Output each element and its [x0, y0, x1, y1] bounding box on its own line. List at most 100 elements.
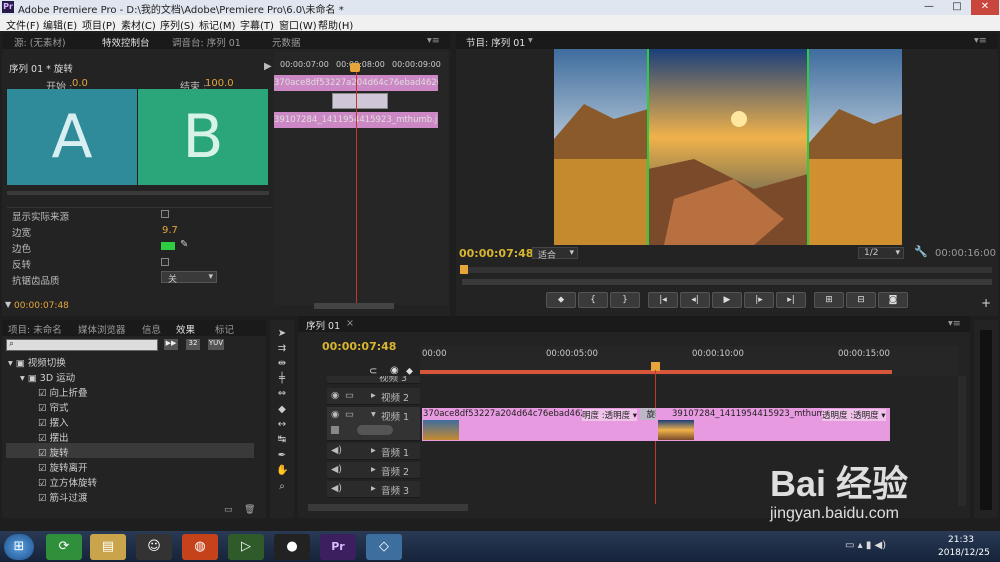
selection-tool-icon[interactable]: ➤ — [276, 328, 288, 340]
show-source-checkbox[interactable] — [161, 210, 169, 218]
go-to-out-button[interactable]: ▸| — [776, 292, 806, 308]
display-style-icon[interactable] — [331, 426, 339, 434]
timeline-ruler[interactable]: 00:00 00:00:05:00 00:00:10:00 00:00:15:0… — [420, 346, 958, 376]
taskbar-app-icon[interactable]: ◇ — [366, 534, 402, 560]
timeline-zoom-slider[interactable] — [308, 504, 468, 511]
clip-1[interactable]: 370ace8df53227a204d64c76ebad4620.jpg 明度 … — [422, 408, 656, 441]
speaker-icon[interactable]: ◀) — [331, 445, 342, 456]
taskbar-explorer-icon[interactable]: ▤ — [90, 534, 126, 560]
menu-clip[interactable]: 素材(C) — [121, 17, 156, 32]
program-scrubber[interactable] — [462, 267, 992, 273]
program-timecode[interactable]: 00:00:07:48 — [459, 247, 533, 260]
taskbar-360-icon[interactable]: ⟳ — [46, 534, 82, 560]
lift-button[interactable]: ⊞ — [814, 292, 844, 308]
32bit-effects-icon[interactable]: 32 — [186, 339, 200, 350]
clip-2[interactable]: 39107284_1411954415923_mthumb.jpg 透明度 :透… — [656, 408, 890, 441]
track-video-3[interactable]: 视频 3 — [327, 376, 420, 384]
track-video-1[interactable]: ◉ ▭ ▾ 视频 1 — [327, 407, 420, 441]
effects-search-input[interactable]: ⌕ — [6, 339, 158, 351]
fit-select[interactable]: 适合 ▾ — [532, 247, 578, 261]
step-back-button[interactable]: ◂| — [680, 292, 710, 308]
track-audio-1[interactable]: ◀) ▸ 音频 1 — [327, 443, 420, 460]
program-zoom-bar[interactable] — [462, 279, 992, 285]
mini-playhead[interactable] — [356, 65, 357, 305]
play-transition-icon[interactable]: ▶ — [264, 61, 272, 72]
close-tab-icon[interactable]: × — [346, 318, 354, 329]
minimize-button[interactable]: — — [915, 0, 943, 15]
tab-project[interactable]: 项目: 未命名 — [8, 322, 62, 336]
tree-item-curtain[interactable]: ☑ 帘式 — [38, 400, 69, 414]
mark-in-button[interactable]: { — [578, 292, 608, 308]
tab-effect-controls[interactable]: 特效控制台 — [102, 35, 150, 49]
tray-icons[interactable]: ▭ ▴ ▮ ◀) — [845, 540, 886, 551]
panel-menu-icon[interactable]: ▾≡ — [974, 35, 987, 46]
menu-file[interactable]: 文件(F) — [6, 17, 40, 32]
end-value[interactable]: 100.0 — [205, 78, 234, 89]
panel-menu-icon[interactable]: ▾≡ — [948, 318, 961, 329]
reverse-checkbox[interactable] — [161, 258, 169, 266]
mark-out-button[interactable]: } — [610, 292, 640, 308]
tree-item-flip-over[interactable]: ☑ 筋斗过渡 — [38, 490, 88, 504]
effect-timecode[interactable]: 00:00:07:48 — [14, 301, 69, 311]
hand-tool-icon[interactable]: ✋ — [276, 465, 288, 477]
go-to-in-button[interactable]: |◂ — [648, 292, 678, 308]
tree-video-transitions[interactable]: ▾ ▣ 视频切换 — [8, 355, 66, 369]
yuv-effects-icon[interactable]: YUV — [208, 339, 224, 350]
menu-marker[interactable]: 标记(M) — [199, 17, 235, 32]
antialias-select[interactable]: 关 ▾ — [161, 271, 217, 285]
pen-tool-icon[interactable]: ✒ — [276, 450, 288, 462]
add-button-icon[interactable]: + — [981, 296, 991, 310]
taskbar-premiere-icon[interactable]: Pr — [320, 534, 356, 560]
tab-metadata[interactable]: 元数据 — [272, 35, 301, 49]
eye-icon[interactable]: ◉ — [331, 390, 339, 401]
tab-markers[interactable]: 标记 — [215, 322, 234, 336]
track-audio-3[interactable]: ◀) ▸ 音频 3 — [327, 481, 420, 498]
ripple-edit-tool-icon[interactable]: ⇹ — [276, 358, 288, 370]
speaker-icon[interactable]: ◀) — [331, 483, 342, 494]
expand-icon[interactable]: ▸ — [371, 483, 376, 494]
track-select-tool-icon[interactable]: ⇉ — [276, 343, 288, 355]
clip-1-fx[interactable]: 明度 :透明度 ▾ — [582, 409, 638, 421]
collapse-icon[interactable]: ▾ — [371, 409, 376, 420]
razor-tool-icon[interactable]: ◆ — [276, 404, 288, 416]
tab-program[interactable]: 节目: 序列 01 — [466, 35, 525, 49]
taskbar-qq-icon[interactable]: ☺ — [136, 534, 172, 560]
tree-item-cube-spin[interactable]: ☑ 立方体旋转 — [38, 475, 97, 489]
maximize-button[interactable]: □ — [943, 0, 971, 15]
tree-item-swing-out[interactable]: ☑ 摆出 — [38, 430, 69, 444]
program-playhead[interactable] — [460, 265, 468, 274]
play-button[interactable]: ▶ — [712, 292, 742, 308]
mini-scrollbar[interactable] — [314, 303, 394, 309]
eyedropper-icon[interactable]: ✎ — [180, 239, 188, 250]
menu-title[interactable]: 字幕(T) — [240, 17, 274, 32]
zoom-tool-icon[interactable]: ⌕ — [276, 481, 288, 493]
program-menu-icon[interactable]: ▾ — [528, 35, 533, 46]
rolling-edit-tool-icon[interactable]: ╪ — [276, 373, 288, 385]
border-width-value[interactable]: 9.7 — [162, 225, 178, 236]
start-button[interactable]: ⊞ — [4, 534, 34, 560]
start-value[interactable]: 0.0 — [72, 78, 88, 89]
quality-select[interactable]: 1/2 ▾ — [858, 247, 904, 259]
menu-edit[interactable]: 编辑(E) — [43, 17, 77, 32]
track-audio-2[interactable]: ◀) ▸ 音频 2 — [327, 462, 420, 479]
keyframe-toggle[interactable] — [357, 425, 393, 435]
track-video-2[interactable]: ◉ ▭ ▸ 视频 2 — [327, 388, 420, 405]
preview-slider[interactable] — [7, 191, 269, 195]
tab-audio-mixer[interactable]: 调音台: 序列 01 — [172, 35, 241, 49]
menu-window[interactable]: 窗口(W) — [279, 17, 317, 32]
menu-sequence[interactable]: 序列(S) — [160, 17, 194, 32]
extract-button[interactable]: ⊟ — [846, 292, 876, 308]
add-marker-button[interactable]: ⬥ — [546, 292, 576, 308]
taskbar-firefox-icon[interactable]: ◍ — [182, 534, 218, 560]
tree-3d-motion[interactable]: ▾ ▣ 3D 运动 — [20, 370, 75, 384]
expand-icon[interactable]: ▸ — [371, 390, 376, 401]
tree-item-swing-in[interactable]: ☑ 摆入 — [38, 415, 69, 429]
slide-tool-icon[interactable]: ↹ — [276, 434, 288, 446]
tab-info[interactable]: 信息 — [142, 322, 161, 336]
speaker-icon[interactable]: ◀) — [331, 464, 342, 475]
tree-item-spin-away[interactable]: ☑ 旋转离开 — [38, 460, 88, 474]
expand-icon[interactable]: ▸ — [371, 445, 376, 456]
step-forward-button[interactable]: |▸ — [744, 292, 774, 308]
accelerated-effects-icon[interactable]: ▶▶ — [164, 339, 178, 350]
tree-item-spin[interactable]: ☑ 旋转 — [38, 445, 69, 459]
